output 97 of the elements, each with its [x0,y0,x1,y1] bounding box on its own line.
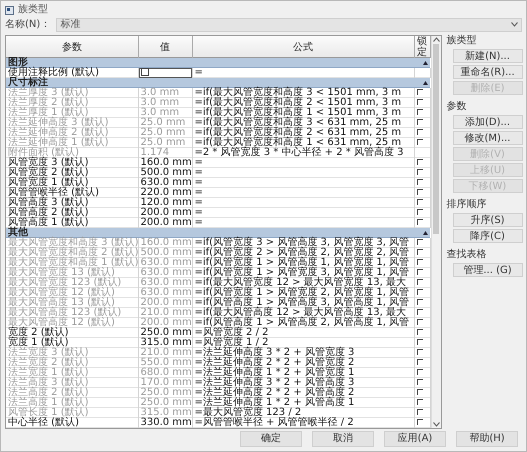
group-title: 其他 [8,228,28,238]
parameter-name: 法兰延伸高度 3 (默认) [6,118,138,128]
lock-checkbox[interactable] [416,159,422,166]
parameter-name: 最大风管宽度 12 (默认) [6,288,138,298]
value-cell[interactable]: 330.0 mm [138,418,192,428]
dialog-button[interactable]: 确定 [240,431,302,447]
parameter-name: 宽度 2 (默认) [6,328,138,338]
column-header[interactable]: 值 [138,36,192,58]
parameter-name: 法兰厚度 3 (默认) [6,88,138,98]
collapse-icon[interactable] [423,231,428,235]
parameter-name: 最大风管宽度 123 (默认) [6,278,138,288]
section-title: 族类型 [446,35,478,47]
group-header[interactable]: 尺寸标注 [6,78,430,88]
side-button[interactable]: 添加(D)... [452,115,522,129]
parameter-name: 最大风管高度 12 (默认) [6,318,138,328]
parameter-name: 最大风管宽度和高度 2 (默认) [6,248,138,258]
parameter-name: 风管宽度 3 (默认) [6,158,138,168]
caret-icon[interactable] [511,22,518,27]
formula-cell[interactable]: = [192,178,414,188]
parameter-name: 附件面积 (默认) [6,148,138,158]
lock-checkbox[interactable] [416,179,422,186]
lock-checkbox[interactable] [416,169,422,176]
scroll-down-icon[interactable] [432,422,440,427]
section-title: 参数 [446,101,468,113]
name-dropdown[interactable]: 标准 [56,18,522,32]
formula-cell[interactable]: = [192,168,414,178]
parameter-name: 法兰高度 1 (默认) [6,398,138,408]
scroll-up-icon[interactable] [432,37,440,42]
lock-checkbox[interactable] [416,339,422,346]
lock-checkbox[interactable] [416,199,422,206]
lock-checkbox[interactable] [416,189,422,196]
dialog-button[interactable]: 帮助(H) [456,431,518,447]
column-header[interactable]: 公式 [192,36,414,58]
collapse-icon[interactable] [423,81,428,85]
lock-checkbox[interactable] [416,419,422,426]
collapse-icon[interactable] [423,61,428,65]
dialog-button[interactable]: 取消 [312,431,374,447]
side-button[interactable]: 管理... (G) [452,263,522,277]
value-cell[interactable]: 120.0 mm [138,198,192,208]
parameter-name: 风管高度 2 (默认) [6,208,138,218]
formula-cell[interactable]: =风管宽度 1 / 2 [192,338,414,348]
parameter-name: 风管宽度 2 (默认) [6,168,138,178]
parameter-name: 风管宽度 1 (默认) [6,178,138,188]
parameter-name: 最大风管高度 13 (默认) [6,298,138,308]
value-cell[interactable]: 250.0 mm [138,328,192,338]
formula-cell[interactable]: =风管宽度 2 / 2 [192,328,414,338]
parameter-name: 最大风管宽度和高度 3 (默认) [6,238,138,248]
parameter-name: 中心半径 (默认) [6,418,138,428]
side-button[interactable]: 升序(S) [452,213,522,227]
lock-checkbox[interactable] [416,219,422,226]
parameter-name: 法兰高度 3 (默认) [6,378,138,388]
parameter-name: 宽度 1 (默认) [6,338,138,348]
value-cell[interactable]: 200.0 mm [138,208,192,218]
dialog-button[interactable]: 应用(A) [384,431,446,447]
group-title: 尺寸标注 [8,78,48,88]
section-title: 查找表格 [446,249,488,261]
lock-checkbox[interactable] [416,329,422,336]
parameter-name: 法兰延伸高度 1 (默认) [6,138,138,148]
group-header[interactable]: 图形 [6,58,430,68]
parameter-name: 法兰宽度 1 (默认) [6,368,138,378]
parameter-name: 最大风管高度 123 (默认) [6,308,138,318]
name-label: 名称(N)： [5,18,50,30]
parameter-name: 风管长度 1 (默认) [6,408,138,418]
value-cell[interactable]: 630.0 mm [138,178,192,188]
parameter-name: 法兰延伸高度 2 (默认) [6,128,138,138]
parameter-name: 法兰宽度 3 (默认) [6,348,138,358]
window-title: 族类型 [18,4,48,16]
parameter-name: 最大风管宽度和高度 1 (默认) [6,258,138,268]
parameter-name: 最大风管宽度 13 (默认) [6,268,138,278]
side-button[interactable]: 重命名(R)... [452,65,522,79]
parameter-name: 风管管喉半径 (默认) [6,188,138,198]
formula-cell[interactable]: =风管管喉半径 + 风管管喉半径 / 2 [192,418,414,428]
section-title: 排序顺序 [446,199,488,211]
formula-cell[interactable]: = [192,208,414,218]
formula-cell[interactable]: = [192,188,414,198]
parameter-name: 法兰厚度 2 (默认) [6,98,138,108]
value-cell[interactable]: 500.0 mm [138,168,192,178]
side-button[interactable]: 降序(C) [452,229,522,243]
value-cell[interactable]: 220.0 mm [138,188,192,198]
group-header[interactable]: 其他 [6,228,430,238]
formula-cell[interactable]: = [192,158,414,168]
scrollbar-thumb[interactable] [433,44,439,234]
side-button[interactable]: 修改(M)... [452,131,522,145]
formula-cell[interactable]: = [192,198,414,208]
column-header[interactable]: 参数 [6,36,138,58]
value-cell[interactable]: 160.0 mm [138,158,192,168]
group-title: 图形 [8,58,28,68]
family-icon [5,6,14,14]
column-header[interactable]: 锁定 [414,36,430,58]
value-checkbox[interactable] [140,68,148,76]
parameter-name: 法兰高度 2 (默认) [6,388,138,398]
parameter-name: 法兰厚度 1 (默认) [6,108,138,118]
side-button[interactable]: 新建(N)... [452,49,522,63]
parameter-name: 风管高度 3 (默认) [6,198,138,208]
value-cell[interactable]: 315.0 mm [138,338,192,348]
parameter-name: 法兰宽度 2 (默认) [6,358,138,368]
lock-checkbox[interactable] [416,209,422,216]
